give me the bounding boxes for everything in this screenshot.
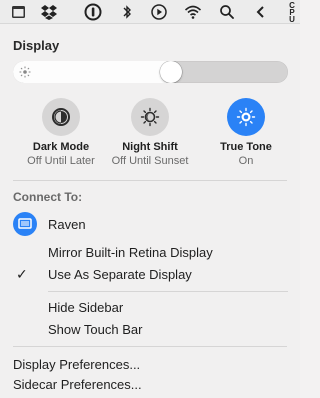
night-shift-toggle[interactable]: Night Shift Off Until Sunset <box>100 98 200 170</box>
true-tone-status: On <box>238 155 254 167</box>
wifi-icon[interactable] <box>184 3 202 21</box>
search-icon[interactable] <box>218 3 236 21</box>
brightness-knob[interactable] <box>160 61 182 83</box>
hide-sidebar-option[interactable]: Hide Sidebar <box>48 300 123 315</box>
sidecar-preferences-item[interactable]: Sidecar Preferences... <box>13 377 142 392</box>
true-tone-button[interactable] <box>227 98 265 136</box>
true-tone-toggle[interactable]: True Tone On <box>196 98 296 170</box>
back-arrow-icon[interactable] <box>252 3 270 21</box>
divider <box>13 180 287 181</box>
night-shift-label: Night Shift <box>122 141 178 153</box>
dark-mode-toggle[interactable]: Dark Mode Off Until Later <box>11 98 111 170</box>
dark-mode-icon <box>52 108 70 126</box>
bluetooth-icon[interactable] <box>118 3 136 21</box>
dark-mode-status: Off Until Later <box>27 155 95 167</box>
display-icon <box>18 218 32 229</box>
brightness-fill <box>13 61 171 83</box>
show-touch-bar-option[interactable]: Show Touch Bar <box>48 322 142 337</box>
separate-display-option[interactable]: Use As Separate Display <box>48 267 192 282</box>
display-title: Display <box>13 38 60 53</box>
divider <box>48 291 288 292</box>
dark-mode-label: Dark Mode <box>32 141 90 153</box>
true-tone-icon <box>236 107 256 127</box>
night-shift-button[interactable] <box>131 98 169 136</box>
divider <box>13 346 287 347</box>
cpu-monitor[interactable]: C P U <box>286 2 298 24</box>
night-shift-icon <box>140 107 160 127</box>
play-icon[interactable] <box>150 3 168 21</box>
night-shift-status: Off Until Sunset <box>111 155 189 167</box>
checkmark-icon: ✓ <box>16 266 28 282</box>
display-preferences-item[interactable]: Display Preferences... <box>13 357 140 372</box>
menu-bar: C P U <box>0 0 300 24</box>
true-tone-label: True Tone <box>220 141 272 153</box>
device-name: Raven <box>48 217 86 232</box>
display-menu-panel: Display Dark Mode Off Until Later Night … <box>0 24 300 398</box>
brightness-slider[interactable] <box>13 61 288 83</box>
connect-to-title: Connect To: <box>13 190 83 204</box>
onepassword-icon[interactable] <box>84 3 102 21</box>
dropbox-icon[interactable] <box>40 3 58 21</box>
device-button[interactable] <box>13 212 37 236</box>
device-raven[interactable]: Raven <box>13 212 288 236</box>
cpu-letter-u: U <box>289 15 295 24</box>
dark-mode-button[interactable] <box>42 98 80 136</box>
brightness-sun-icon <box>19 66 31 78</box>
mirror-display-option[interactable]: Mirror Built-in Retina Display <box>48 245 213 260</box>
calendar-icon[interactable] <box>10 3 28 21</box>
